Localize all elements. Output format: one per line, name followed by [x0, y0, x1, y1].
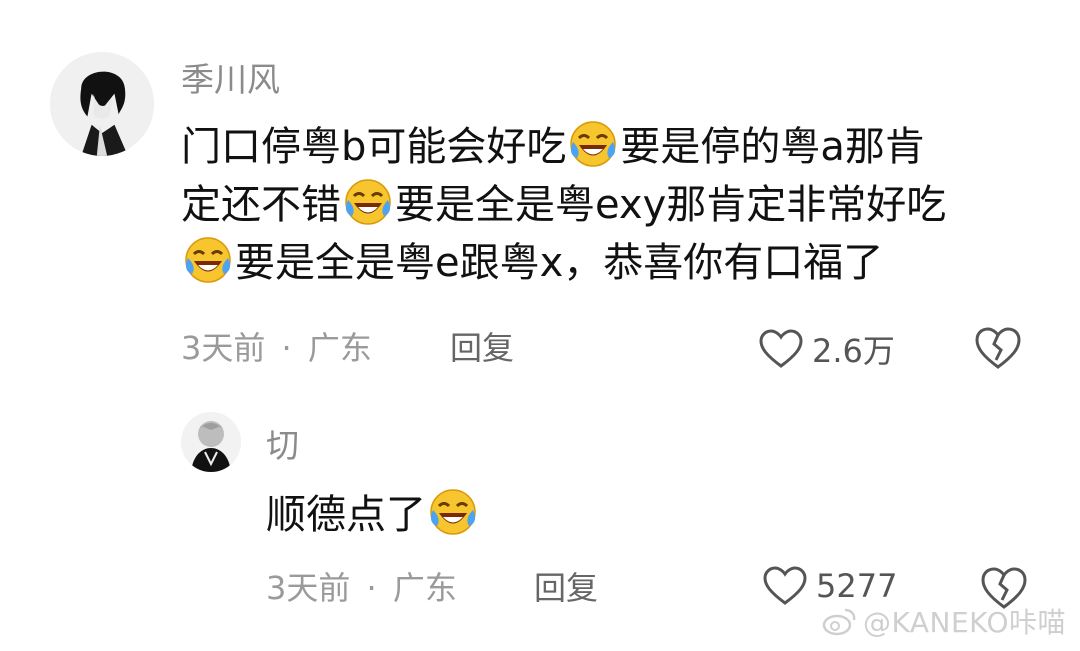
- comment-location: 广东: [307, 329, 372, 367]
- reply-text: 顺德点了: [266, 486, 480, 544]
- comment-line-1: 门口停粤b可能会好吃 要是停的粤a那肯: [181, 118, 1041, 176]
- comment-like-count: 2.6万: [812, 332, 895, 370]
- reply-like-button[interactable]: 5277: [762, 566, 897, 606]
- heart-icon: [759, 329, 803, 368]
- comment-text: 门口停粤b可能会好吃 要是停的粤a那肯 定还不错 要是全是粤exy那肯定非常好吃 要…: [181, 118, 1041, 292]
- weibo-logo-icon: [822, 608, 856, 636]
- weibo-watermark: @KANEKO咔喵: [821, 601, 1066, 641]
- comment-time: 3天前: [181, 329, 266, 367]
- reply-meta: 3天前 · 广东: [266, 566, 457, 610]
- crying-laughing-icon: [182, 234, 234, 286]
- meta-dot: ·: [366, 569, 377, 607]
- heart-icon: [763, 566, 807, 605]
- reply-avatar[interactable]: [181, 412, 241, 472]
- avatar-illustration: [50, 52, 154, 156]
- comment-line-2: 定还不错 要是全是粤exy那肯定非常好吃: [181, 176, 1041, 234]
- comment-username[interactable]: 季川风: [181, 60, 280, 100]
- watermark-text: @KANEKO咔喵: [862, 606, 1066, 639]
- reply-reply-button[interactable]: 回复: [534, 566, 598, 610]
- comment-dislike-button[interactable]: [974, 326, 1022, 370]
- meta-dot: ·: [281, 329, 292, 367]
- comment-line-3: 要是全是粤e跟粤x，恭喜你有口福了: [181, 234, 1041, 292]
- comment-avatar[interactable]: [50, 52, 154, 156]
- comment-reply-button[interactable]: 回复: [450, 326, 514, 370]
- avatar-illustration: [181, 412, 241, 472]
- reply-time: 3天前: [266, 569, 351, 607]
- crying-laughing-icon: [427, 486, 479, 538]
- reply-like-count: 5277: [816, 567, 898, 605]
- comment-meta: 3天前 · 广东: [181, 326, 372, 370]
- broken-heart-icon: [975, 327, 1021, 369]
- crying-laughing-icon: [567, 118, 619, 170]
- comment-like-button[interactable]: 2.6万: [758, 326, 895, 372]
- reply-username[interactable]: 切: [266, 426, 299, 466]
- reply-location: 广东: [392, 569, 457, 607]
- crying-laughing-icon: [342, 176, 394, 228]
